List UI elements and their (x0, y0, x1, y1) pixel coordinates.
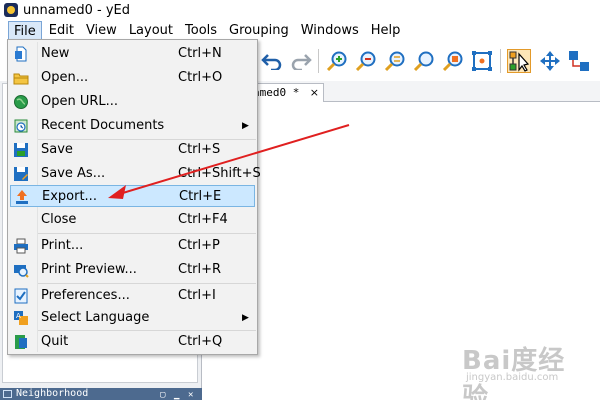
redo-icon[interactable] (289, 49, 313, 73)
new-document-icon (13, 46, 29, 62)
zoom-area-icon[interactable] (412, 49, 436, 73)
undo-icon[interactable] (260, 49, 284, 73)
menu-layout[interactable]: Layout (124, 21, 178, 40)
zoom-out-icon[interactable] (354, 49, 378, 73)
zoom-in-icon[interactable] (325, 49, 349, 73)
tab-unnamed0[interactable]: amed0 * × (248, 83, 324, 102)
tab-close-icon[interactable]: × (310, 84, 319, 101)
tab-label: amed0 * (253, 86, 300, 99)
grouping-icon[interactable] (567, 49, 591, 73)
watermark-url: jingyan.baidu.com (466, 372, 559, 383)
title-bar: unnamed0 - yEd (0, 0, 600, 20)
menu-file[interactable]: File (8, 21, 42, 40)
preferences-icon (13, 288, 29, 304)
zoom-fit-icon[interactable] (441, 49, 465, 73)
zoom-100-icon[interactable] (383, 49, 407, 73)
document-tab-strip: amed0 * × (202, 81, 600, 102)
baidu-jingyan-watermark: Bai度经验 jingyan.baidu.com (462, 340, 592, 400)
open-folder-icon (13, 70, 29, 86)
menu-item-print[interactable]: Print... Ctrl+P (10, 235, 255, 257)
menu-windows[interactable]: Windows (296, 21, 364, 40)
neighborhood-icon (3, 390, 12, 398)
file-menu-dropdown: New Ctrl+N Open... Ctrl+O Open URL... Re… (7, 39, 261, 355)
neighborhood-panel-header[interactable]: Neighborhood ▢ ▁ ✕ (0, 388, 202, 400)
panel-close-icon[interactable]: ✕ (188, 389, 193, 400)
submenu-arrow-icon: ▶ (242, 313, 249, 323)
move-view-icon[interactable] (538, 49, 562, 73)
menu-item-export[interactable]: Export... Ctrl+E (10, 185, 255, 207)
menu-item-close[interactable]: Close Ctrl+F4 (10, 209, 255, 231)
save-icon (13, 142, 29, 158)
fit-content-icon[interactable] (470, 49, 494, 73)
menu-tools[interactable]: Tools (180, 21, 222, 40)
yed-app-icon (4, 3, 18, 17)
recent-documents-icon (13, 118, 29, 134)
panel-minimize-icon[interactable]: ▁ (174, 389, 179, 400)
watermark-brand: Bai度经验 (462, 346, 566, 400)
quit-icon (13, 334, 29, 350)
language-icon: A (13, 310, 29, 326)
svg-text:A: A (16, 312, 21, 320)
save-as-icon (13, 166, 29, 182)
menu-item-print-preview[interactable]: Print Preview... Ctrl+R (10, 259, 255, 281)
panel-float-icon[interactable]: ▢ (160, 389, 165, 400)
menu-bar: File Edit View Layout Tools Grouping Win… (0, 20, 600, 41)
submenu-arrow-icon: ▶ (242, 121, 249, 131)
menu-grouping[interactable]: Grouping (224, 21, 294, 40)
menu-item-quit[interactable]: Quit Ctrl+Q (10, 331, 255, 353)
edit-mode-icon[interactable] (507, 49, 531, 73)
print-preview-icon (13, 262, 29, 278)
menu-edit[interactable]: Edit (44, 21, 79, 40)
menu-item-preferences[interactable]: Preferences... Ctrl+I (10, 285, 255, 307)
print-icon (13, 238, 29, 254)
menu-item-recent-documents[interactable]: Recent Documents ▶ (10, 115, 255, 137)
export-icon (14, 189, 30, 205)
neighborhood-title: Neighborhood (16, 388, 89, 399)
menu-item-select-language[interactable]: A Select Language ▶ (10, 307, 255, 329)
window-title: unnamed0 - yEd (23, 2, 130, 18)
globe-icon (13, 94, 29, 110)
menu-item-open-url[interactable]: Open URL... (10, 91, 255, 113)
menu-item-save-as[interactable]: Save As... Ctrl+Shift+S (10, 163, 261, 185)
menu-help[interactable]: Help (366, 21, 406, 40)
menu-item-open[interactable]: Open... Ctrl+O (10, 67, 255, 89)
menu-item-new[interactable]: New Ctrl+N (10, 43, 255, 65)
menu-view[interactable]: View (81, 21, 122, 40)
menu-item-save[interactable]: Save Ctrl+S (10, 139, 255, 161)
